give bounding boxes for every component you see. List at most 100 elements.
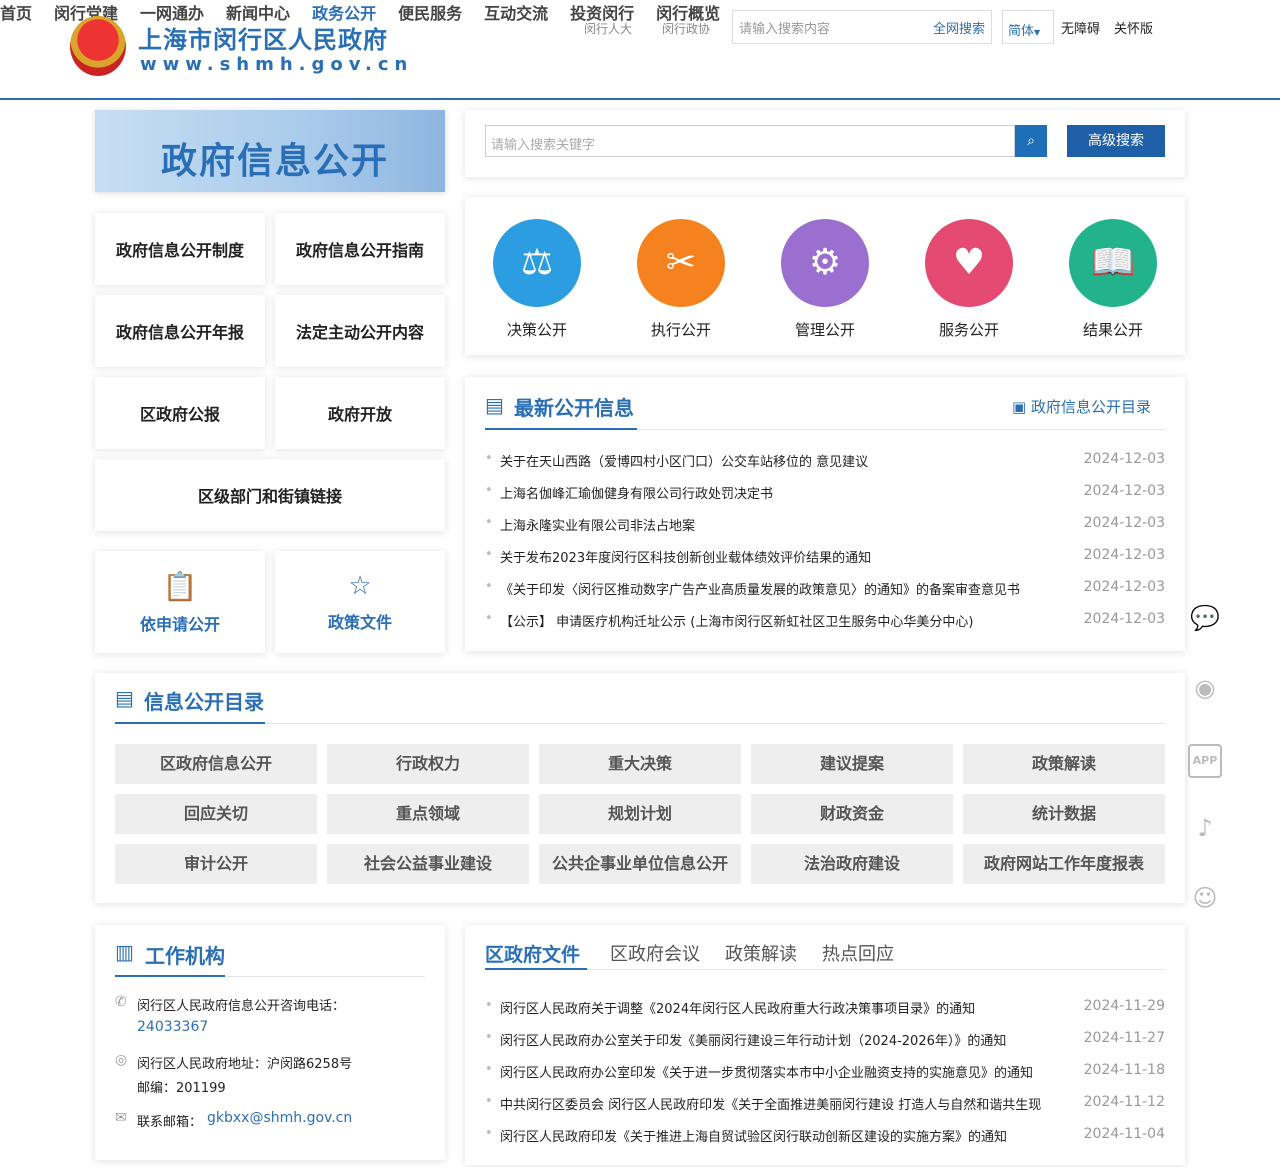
search-icon[interactable]: ⌕ bbox=[1015, 125, 1047, 157]
catalog-item[interactable]: 统计数据 bbox=[963, 794, 1165, 834]
category-label[interactable]: 管理公开 bbox=[781, 319, 869, 340]
card-gov-open[interactable]: 政府开放 bbox=[275, 377, 445, 449]
list-item[interactable]: • 【公示】 申请医疗机构迁址公示 (上海市闵行区新虹社区卫生服务中心华美分中心)… bbox=[485, 611, 1165, 630]
item-date: 2024-11-18 bbox=[1083, 1062, 1165, 1078]
link-minhang-cppcc[interactable]: 闵行政协 bbox=[662, 20, 710, 37]
work-org-title: 工作机构 bbox=[145, 944, 225, 968]
list-item[interactable]: • 《关于印发〈闵行区推动数字广告产业高质量发展的政策意见〉的通知》的备案审查意见… bbox=[485, 579, 1165, 598]
category-label[interactable]: 服务公开 bbox=[925, 319, 1013, 340]
card-disclosure-guide[interactable]: 政府信息公开指南 bbox=[275, 213, 445, 285]
category-4-icon[interactable]: 📖 bbox=[1069, 219, 1157, 307]
category-1-icon[interactable]: ✂ bbox=[637, 219, 725, 307]
catalog-item[interactable]: 行政权力 bbox=[327, 744, 529, 784]
card-policy-docs[interactable]: ☆ 政策文件 bbox=[275, 551, 445, 653]
app-icon[interactable]: APP bbox=[1188, 744, 1222, 778]
nav-home[interactable]: 首页 bbox=[0, 0, 32, 24]
postcode: 邮编：201199 bbox=[137, 1081, 226, 1096]
item-title[interactable]: 【公示】 申请医疗机构迁址公示 (上海市闵行区新虹社区卫生服务中心华美分中心) bbox=[500, 611, 973, 630]
item-title[interactable]: 《关于印发〈闵行区推动数字广告产业高质量发展的政策意见〉的通知》的备案审查意见书 bbox=[500, 579, 1020, 598]
list-item[interactable]: • 关于发布2023年度闵行区科技创新创业载体绩效评价结果的通知 2024-12-0… bbox=[485, 547, 1165, 566]
list-item[interactable]: • 闵行区人民政府印发《关于推进上海自贸试验区闵行联动创新区建设的实施方案》的通知… bbox=[485, 1126, 1165, 1145]
card-gazette[interactable]: 区政府公报 bbox=[95, 377, 265, 449]
catalog-link[interactable]: ▣ 政府信息公开目录 bbox=[1012, 396, 1151, 417]
item-title[interactable]: 闵行区人民政府办公室关于印发《美丽闵行建设三年行动计划（2024-2026年）》… bbox=[500, 1030, 1006, 1049]
global-search-button[interactable]: 全网搜索 bbox=[933, 18, 985, 37]
item-title[interactable]: 闵行区人民政府关于调整《2024年闵行区人民政府重大行政决策事项目录》的通知 bbox=[500, 998, 975, 1017]
phone-label: 闵行区人民政府信息公开咨询电话： bbox=[137, 999, 346, 1014]
catalog-item[interactable]: 财政资金 bbox=[751, 794, 953, 834]
item-date: 2024-12-03 bbox=[1083, 515, 1165, 531]
catalog-item[interactable]: 公共企事业单位信息公开 bbox=[539, 844, 741, 884]
global-search[interactable]: 请输入搜索内容 全网搜索 bbox=[732, 10, 992, 44]
item-date: 2024-12-03 bbox=[1083, 579, 1165, 595]
global-search-input[interactable]: 请输入搜索内容 bbox=[739, 18, 933, 37]
catalog-item[interactable]: 重点领域 bbox=[327, 794, 529, 834]
bullet-icon: • bbox=[485, 547, 493, 562]
clipboard-icon: 📋 bbox=[162, 569, 198, 603]
catalog-item[interactable]: 审计公开 bbox=[115, 844, 317, 884]
title-underline bbox=[115, 975, 225, 977]
bullet-icon: • bbox=[485, 515, 493, 530]
item-title[interactable]: 中共闵行区委员会 闵行区人民政府印发《关于全面推进美丽闵行建设 打造人与自然和谐… bbox=[500, 1094, 1041, 1113]
accessibility-link[interactable]: 无障碍 bbox=[1061, 18, 1100, 37]
bullet-icon: • bbox=[485, 483, 493, 498]
item-date: 2024-11-27 bbox=[1083, 1030, 1165, 1046]
list-item[interactable]: • 中共闵行区委员会 闵行区人民政府印发《关于全面推进美丽闵行建设 打造人与自然和… bbox=[485, 1094, 1165, 1113]
list-item[interactable]: • 上海永隆实业有限公司非法占地案 2024-12-03 bbox=[485, 515, 1165, 534]
item-title[interactable]: 闵行区人民政府办公室印发《关于进一步贯彻落实本市中小企业融资支持的实施意见》的通… bbox=[500, 1062, 1033, 1081]
robot-service-icon[interactable]: ☺ bbox=[1188, 884, 1222, 918]
catalog-item[interactable]: 社会公益事业建设 bbox=[327, 844, 529, 884]
catalog-item[interactable]: 政策解读 bbox=[963, 744, 1165, 784]
weibo-icon[interactable]: ◉ bbox=[1188, 674, 1222, 708]
category-label[interactable]: 执行公开 bbox=[637, 319, 725, 340]
caret-down-icon: ▼ bbox=[1034, 28, 1041, 37]
catalog-item[interactable]: 建议提案 bbox=[751, 744, 953, 784]
tab-district-docs[interactable]: 区政府文件 bbox=[485, 940, 580, 967]
item-title[interactable]: 上海永隆实业有限公司非法占地案 bbox=[500, 515, 695, 534]
link-minhang-npc[interactable]: 闵行人大 bbox=[584, 20, 632, 37]
category-label[interactable]: 决策公开 bbox=[493, 319, 581, 340]
item-title[interactable]: 上海名伽峰汇瑜伽健身有限公司行政处罚决定书 bbox=[500, 483, 773, 502]
card-statutory-content[interactable]: 法定主动公开内容 bbox=[275, 295, 445, 367]
bullet-icon: • bbox=[485, 1030, 493, 1045]
language-select[interactable]: 简体▼ bbox=[1002, 10, 1054, 44]
tab-hot-responses[interactable]: 热点回应 bbox=[822, 940, 894, 966]
tab-policy-interpretation[interactable]: 政策解读 bbox=[725, 940, 797, 966]
list-item[interactable]: • 闵行区人民政府办公室关于印发《美丽闵行建设三年行动计划（2024-2026年）… bbox=[485, 1030, 1165, 1049]
card-disclosure-system[interactable]: 政府信息公开制度 bbox=[95, 213, 265, 285]
item-title[interactable]: 关于发布2023年度闵行区科技创新创业载体绩效评价结果的通知 bbox=[500, 547, 871, 566]
nav-interaction[interactable]: 互动交流 bbox=[484, 0, 548, 24]
active-tab-underline bbox=[485, 968, 587, 970]
email-link[interactable]: gkbxx@shmh.gov.cn bbox=[207, 1110, 352, 1126]
tab-district-meetings[interactable]: 区政府会议 bbox=[610, 940, 700, 966]
card-dept-links[interactable]: 区级部门和街镇链接 bbox=[95, 459, 445, 531]
category-2-icon[interactable]: ⚙ bbox=[781, 219, 869, 307]
site-title[interactable]: 上海市闵行区人民政府 bbox=[138, 20, 388, 55]
care-mode-link[interactable]: 关怀版 bbox=[1114, 18, 1153, 37]
list-item[interactable]: • 关于在天山西路（爱博四村小区门口）公交车站移位的 意见建议 2024-12-03 bbox=[485, 451, 1165, 470]
catalog-item[interactable]: 区政府信息公开 bbox=[115, 744, 317, 784]
document-list-icon: ▤ bbox=[115, 686, 134, 710]
catalog-item[interactable]: 重大决策 bbox=[539, 744, 741, 784]
language-label: 简体 bbox=[1008, 24, 1035, 39]
card-apply-disclosure[interactable]: 📋 依申请公开 bbox=[95, 551, 265, 653]
category-3-icon[interactable]: ♥ bbox=[925, 219, 1013, 307]
catalog-item[interactable]: 规划计划 bbox=[539, 794, 741, 834]
wechat-icon[interactable]: 💬 bbox=[1188, 604, 1222, 638]
list-item[interactable]: • 闵行区人民政府办公室印发《关于进一步贯彻落实本市中小企业融资支持的实施意见》的… bbox=[485, 1062, 1165, 1081]
catalog-item[interactable]: 回应关切 bbox=[115, 794, 317, 834]
nav-services[interactable]: 便民服务 bbox=[398, 0, 462, 24]
phone-number[interactable]: 24033367 bbox=[137, 1019, 208, 1035]
catalog-item[interactable]: 政府网站工作年度报表 bbox=[963, 844, 1165, 884]
item-title[interactable]: 闵行区人民政府印发《关于推进上海自贸试验区闵行联动创新区建设的实施方案》的通知 bbox=[500, 1126, 1007, 1145]
category-0-icon[interactable]: ⚖ bbox=[493, 219, 581, 307]
list-item[interactable]: • 上海名伽峰汇瑜伽健身有限公司行政处罚决定书 2024-12-03 bbox=[485, 483, 1165, 502]
card-annual-report[interactable]: 政府信息公开年报 bbox=[95, 295, 265, 367]
category-label[interactable]: 结果公开 bbox=[1069, 319, 1157, 340]
catalog-item[interactable]: 法治政府建设 bbox=[751, 844, 953, 884]
keyword-search-input[interactable]: 请输入搜索关键字 bbox=[485, 125, 1015, 157]
advanced-search-button[interactable]: 高级搜索 bbox=[1067, 125, 1165, 157]
douyin-icon[interactable]: ♪ bbox=[1188, 814, 1222, 848]
list-item[interactable]: • 闵行区人民政府关于调整《2024年闵行区人民政府重大行政决策事项目录》的通知 2… bbox=[485, 998, 1165, 1017]
item-title[interactable]: 关于在天山西路（爱博四村小区门口）公交车站移位的 意见建议 bbox=[500, 451, 868, 470]
